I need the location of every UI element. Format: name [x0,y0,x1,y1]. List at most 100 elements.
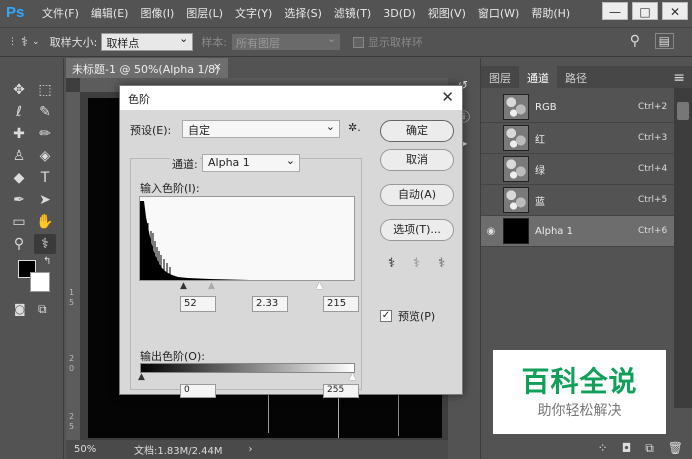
load-selection-icon[interactable]: ⁘ [598,441,608,455]
menu-view[interactable]: 视图(V) [428,5,466,21]
cancel-button[interactable]: 取消 [380,149,454,171]
input-black-field[interactable]: 52 [180,296,216,312]
channel-row-rgb[interactable]: RGB Ctrl+2 [481,92,674,123]
white-eyedropper-icon[interactable]: ⚕ [438,256,445,271]
channel-row-red[interactable]: 红 Ctrl+3 [481,123,674,154]
restore-button[interactable]: □ [632,2,658,20]
channel-select[interactable]: Alpha 1 ⌄ [202,154,300,172]
tool-panel: ✥ ⬚ ℓ ✎ ✚ ✏ ♙ ◈ ◆ T ✒ ➤ ▭ ✋ ⚲ ⚕ ↰ ◙ ⧉ [0,58,64,459]
preview-option[interactable]: ✓ 预览(P) [380,308,435,324]
tab-channels[interactable]: 通道 [519,66,557,88]
menu-window[interactable]: 窗口(W) [478,5,519,21]
panel-menu-icon[interactable]: ≡ [673,70,685,86]
channel-shortcut: Ctrl+3 [638,133,668,143]
eraser-tool-icon[interactable]: ◈ [34,146,56,166]
black-eyedropper-icon[interactable]: ⚕ [388,256,395,271]
menu-layer[interactable]: 图层(L) [186,5,223,21]
options-bar: ⋮ ⚕ ⌄ 取样大小: 取样点 样本: 所有图层 显示取样环 ⚲ ▤ [0,27,692,57]
gray-eyedropper-icon[interactable]: ⚕ [413,256,420,271]
white-point-handle[interactable]: ▲ [316,281,323,291]
sample-size-select[interactable]: 取样点 [101,32,194,51]
ok-button[interactable]: 确定 [380,120,454,142]
channel-row-green[interactable]: 绿 Ctrl+4 [481,154,674,185]
menu-bar: Ps 文件(F) 编辑(E) 图像(I) 图层(L) 文字(Y) 选择(S) 滤… [0,0,692,26]
shape-tool-icon[interactable]: ▭ [8,212,30,232]
menu-filter[interactable]: 滤镜(T) [334,5,371,21]
swap-colors-icon[interactable]: ↰ [43,256,51,267]
options-button[interactable]: 选项(T)... [380,219,454,241]
input-gamma-field[interactable]: 2.33 [252,296,288,312]
trash-icon[interactable]: 🗑 [668,441,683,455]
menu-edit[interactable]: 编辑(E) [91,5,129,21]
preset-label: 预设(E): [130,124,172,137]
zoom-tool-icon[interactable]: ⚲ [8,234,30,254]
quick-mask-icon[interactable]: ◙ [14,302,26,316]
auto-button[interactable]: 自动(A) [380,184,454,206]
channel-value: Alpha 1 [208,156,250,169]
eyedropper-tool-icon[interactable]: ⚕ [34,234,56,254]
hand-tool-icon[interactable]: ✋ [34,212,56,232]
channel-name: 红 [535,134,545,146]
dialog-body: 预设(E): 自定 ⌄ ✲. 通道: Alpha 1 ⌄ 输入色阶(I): ▲ … [120,110,462,398]
document-tab[interactable]: 未标题-1 @ 50%(Alpha 1/8) * × [66,58,228,90]
workspace-icon[interactable]: ▤ [654,33,674,49]
path-select-tool-icon[interactable]: ➤ [34,190,56,210]
scrollbar-thumb[interactable] [677,102,689,120]
menu-3d[interactable]: 3D(D) [383,7,416,20]
close-window-button[interactable]: ✕ [662,2,688,20]
preset-menu-icon[interactable]: ✲. [348,121,361,134]
paint-bucket-tool-icon[interactable]: ◆ [8,168,30,188]
type-tool-icon[interactable]: T [34,168,56,188]
tab-layers[interactable]: 图层 [481,66,519,88]
status-arrow-icon[interactable]: › [249,444,253,455]
pen-tool-icon[interactable]: ✒ [8,190,30,210]
preset-value: 自定 [188,124,210,137]
preview-checkbox[interactable]: ✓ [380,310,392,322]
quick-select-tool-icon[interactable]: ✎ [34,102,56,122]
gamma-handle[interactable]: ▲ [208,281,215,291]
healing-brush-tool-icon[interactable]: ✚ [8,124,30,144]
tab-paths[interactable]: 路径 [557,66,595,88]
dialog-close-icon[interactable]: ✕ [441,88,454,106]
output-levels-label: 输出色阶(O): [140,350,205,363]
screen-mode-icon[interactable]: ⧉ [38,302,47,317]
background-color-swatch[interactable] [30,272,50,292]
zoom-level[interactable]: 50% [74,444,114,455]
channel-thumbnail [503,187,529,213]
show-ring-checkbox[interactable] [353,36,365,48]
eyedropper-preset-icon[interactable]: ⚕ [21,35,28,50]
channel-row-blue[interactable]: 蓝 Ctrl+5 [481,185,674,216]
new-channel-icon[interactable]: ⧉ [645,441,654,456]
lasso-tool-icon[interactable]: ℓ [8,102,30,122]
stamp-tool-icon[interactable]: ♙ [8,146,30,166]
output-black-field[interactable]: 0 [180,384,216,398]
black-point-handle[interactable]: ▲ [180,281,187,291]
search-icon[interactable]: ⚲ [630,33,640,49]
panel-tabs: 图层 通道 路径 ≡ [481,66,692,88]
watermark-subtitle: 助你轻松解决 [537,403,622,419]
output-white-field[interactable]: 255 [323,384,359,398]
sample-select[interactable]: 所有图层 [231,32,342,51]
menu-file[interactable]: 文件(F) [42,5,79,21]
channel-name: Alpha 1 [535,225,573,237]
output-black-handle[interactable]: ▲ [138,372,145,382]
minimize-button[interactable]: — [602,2,628,20]
save-selection-icon[interactable]: ◘ [622,441,632,455]
close-document-icon[interactable]: × [213,60,222,73]
menu-type[interactable]: 文字(Y) [235,5,272,21]
input-white-field[interactable]: 215 [323,296,359,312]
menu-image[interactable]: 图像(I) [140,5,174,21]
channel-row-alpha1[interactable]: ◉ Alpha 1 Ctrl+6 [481,216,674,247]
move-tool-icon[interactable]: ✥ [8,80,30,100]
chevron-down-icon[interactable]: ⌄ [32,37,40,47]
preset-select[interactable]: 自定 ⌄ [182,120,340,138]
brush-tool-icon[interactable]: ✏ [34,124,56,144]
output-white-handle[interactable]: ▲ [349,372,356,382]
input-slider[interactable]: ▲ ▲ ▲ [140,281,355,291]
marquee-tool-icon[interactable]: ⬚ [34,80,56,100]
menu-help[interactable]: 帮助(H) [531,5,570,21]
panel-scrollbar[interactable] [674,88,692,408]
eye-icon[interactable]: ◉ [481,226,501,237]
menu-select[interactable]: 选择(S) [284,5,322,21]
output-gradient [140,363,355,373]
